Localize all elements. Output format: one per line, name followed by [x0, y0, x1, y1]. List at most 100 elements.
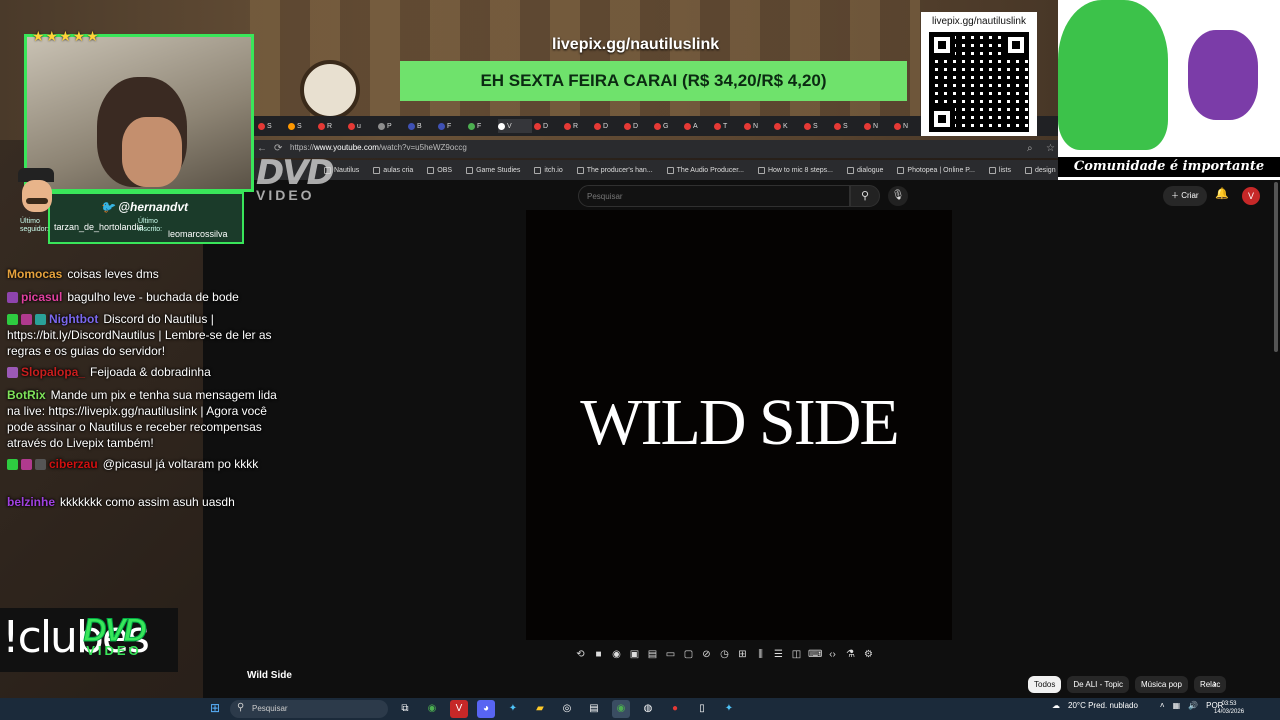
- browser-tab[interactable]: S: [834, 119, 862, 133]
- columns-icon[interactable]: ⫼: [754, 649, 767, 660]
- chrome-active-icon[interactable]: ◉: [612, 700, 630, 718]
- browser-tab[interactable]: F: [468, 119, 496, 133]
- task-view-icon[interactable]: ⧉: [396, 700, 414, 718]
- add-icon[interactable]: ⊞: [736, 649, 749, 660]
- browser-tab[interactable]: F: [438, 119, 466, 133]
- clock-time: 03:53: [1221, 701, 1237, 707]
- rows-icon[interactable]: ☰: [772, 649, 785, 660]
- notifications-bell-icon[interactable]: 🔔: [1215, 187, 1229, 200]
- browser-tab[interactable]: u: [348, 119, 376, 133]
- weather-icon[interactable]: ☁: [1052, 701, 1060, 710]
- app-icon[interactable]: ◍: [639, 700, 657, 718]
- playlist-icon[interactable]: ▤: [646, 649, 659, 660]
- document-icon[interactable]: ▯: [693, 700, 711, 718]
- browser-tab[interactable]: N: [864, 119, 892, 133]
- gear-icon[interactable]: ⚙: [862, 649, 875, 660]
- browser-tab[interactable]: G: [654, 119, 682, 133]
- search-icon[interactable]: ⚲: [850, 185, 880, 207]
- stop-icon[interactable]: ■: [592, 649, 605, 660]
- browser-tab[interactable]: N: [744, 119, 772, 133]
- flask-icon[interactable]: ⚗: [844, 649, 857, 660]
- page-scrollbar[interactable]: [1274, 182, 1278, 352]
- vscode-icon[interactable]: ✦: [504, 700, 522, 718]
- folder-icon: [534, 166, 542, 174]
- vscode-2-icon[interactable]: ✦: [720, 700, 738, 718]
- url-text[interactable]: https://www.youtube.com/watch?v=u5heWZ9o…: [290, 143, 467, 152]
- obs-icon[interactable]: ◎: [558, 700, 576, 718]
- zoom-icon[interactable]: ⌕: [1027, 143, 1033, 154]
- chrome-icon[interactable]: ◉: [423, 700, 441, 718]
- last-sub-name: leomarcossilva: [168, 229, 228, 239]
- browser-tab[interactable]: P: [378, 119, 406, 133]
- bookmark-item[interactable]: lists: [988, 166, 1011, 174]
- browser-tab[interactable]: D: [534, 119, 562, 133]
- speed-icon[interactable]: ◷: [718, 649, 731, 660]
- chat-username: ciberzau: [49, 457, 98, 471]
- notepad-icon[interactable]: ▤: [585, 700, 603, 718]
- taskbar-clock[interactable]: 03:53 14/03/2026: [1214, 700, 1244, 716]
- tab-label: R: [573, 122, 579, 130]
- chevron-right-icon[interactable]: ›: [1213, 678, 1217, 690]
- bookmark-item[interactable]: itch.io: [534, 166, 563, 174]
- audio-icon[interactable]: ◉: [610, 649, 623, 660]
- loop-ab-icon[interactable]: ⊘: [700, 649, 713, 660]
- screen-icon[interactable]: ▭: [664, 649, 677, 660]
- file-explorer-icon[interactable]: ▰: [531, 700, 549, 718]
- create-button[interactable]: ＋ Criar: [1163, 186, 1207, 206]
- code-icon[interactable]: ‹›: [826, 649, 839, 660]
- avatar[interactable]: V: [1242, 187, 1260, 205]
- vivaldi-icon[interactable]: V: [450, 700, 468, 718]
- browser-tab[interactable]: S: [258, 119, 286, 133]
- bookmark-item[interactable]: The Audio Producer...: [666, 166, 744, 174]
- discord-icon[interactable]: ◕: [477, 700, 495, 718]
- browser-tab[interactable]: B: [408, 119, 436, 133]
- snapshot-icon[interactable]: ◫: [790, 649, 803, 660]
- bookmark-item[interactable]: dialogue: [846, 166, 883, 174]
- camera-icon[interactable]: ▣: [628, 649, 641, 660]
- chat-badge-icon: [35, 314, 46, 326]
- youtube-search-input[interactable]: Pesquisar: [578, 185, 850, 207]
- filter-chip[interactable]: De ALI - Topic: [1067, 676, 1130, 693]
- bookmark-label: Photopea | Online P...: [907, 166, 975, 174]
- volume-icon[interactable]: 🔊: [1188, 701, 1198, 710]
- last-follower-name: tarzan_de_hortolandia: [54, 222, 144, 232]
- pixel-art-caption: Comunidade é importante: [1058, 157, 1280, 177]
- filter-chip[interactable]: Todos: [1028, 676, 1062, 693]
- browser-tab[interactable]: A: [684, 119, 712, 133]
- browser-tab[interactable]: D: [594, 119, 622, 133]
- bookmark-item[interactable]: Game Studies: [466, 166, 520, 174]
- browser-tab[interactable]: R: [564, 119, 592, 133]
- browser-tab[interactable]: D: [624, 119, 652, 133]
- weather-text[interactable]: 20°C Pred. nublado: [1068, 701, 1138, 710]
- bookmark-item[interactable]: aulas cria: [373, 166, 413, 174]
- bookmark-item[interactable]: How to mic 8 steps...: [757, 166, 833, 174]
- microphone-icon[interactable]: 🎙: [888, 186, 908, 206]
- twitter-handle-text: @hernandvt: [118, 200, 189, 214]
- browser-tab[interactable]: K: [774, 119, 802, 133]
- taskbar-search-input[interactable]: Pesquisar: [230, 700, 388, 718]
- filter-chip[interactable]: Música pop: [1135, 676, 1188, 693]
- browser-tab[interactable]: T: [714, 119, 742, 133]
- record-icon[interactable]: ●: [666, 700, 684, 718]
- bookmark-star-icon[interactable]: ☆: [1046, 143, 1055, 154]
- bookmark-item[interactable]: The producer's han...: [576, 166, 653, 174]
- browser-tab[interactable]: S: [804, 119, 832, 133]
- dvd-logo-small: VIDEO: [256, 187, 315, 203]
- filter-chip[interactable]: Relac: [1193, 676, 1227, 693]
- windows-start-icon[interactable]: ⊞: [210, 702, 222, 714]
- network-icon[interactable]: ▦: [1173, 701, 1181, 710]
- chevron-up-icon[interactable]: ˄: [1160, 701, 1165, 710]
- chat-overlay: Momocas coisas leves dms picasul bagulho le…: [0, 262, 282, 522]
- keyboard-icon[interactable]: ⌨: [808, 649, 822, 660]
- window-icon[interactable]: ▢: [682, 649, 695, 660]
- browser-tab[interactable]: S: [288, 119, 316, 133]
- bookmark-item[interactable]: Photopea | Online P...: [897, 166, 975, 174]
- tab-label: D: [543, 122, 549, 130]
- bookmark-item[interactable]: OBS: [427, 166, 452, 174]
- browser-tab[interactable]: N: [894, 119, 922, 133]
- loop-icon[interactable]: ⟲: [574, 649, 587, 660]
- folder-icon: [466, 166, 474, 174]
- bookmark-item[interactable]: design: [1024, 166, 1056, 174]
- browser-tab[interactable]: V: [498, 119, 532, 133]
- browser-tab[interactable]: R: [318, 119, 346, 133]
